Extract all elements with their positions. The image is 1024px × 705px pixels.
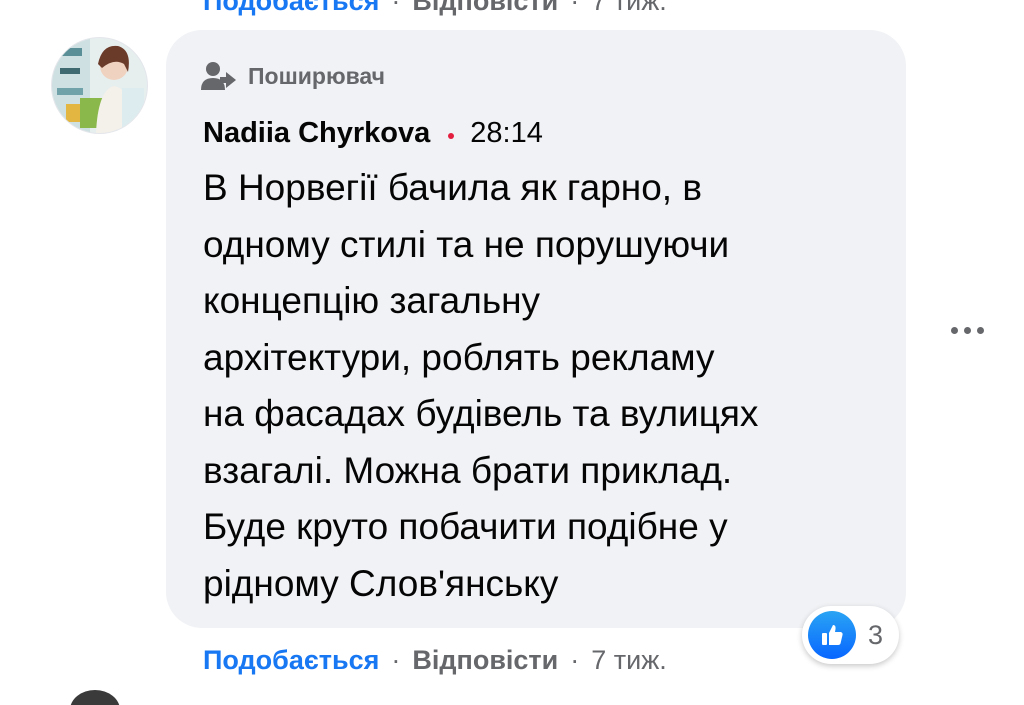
separator: ·: [391, 0, 401, 16]
reaction-count: 3: [868, 619, 884, 650]
comment-thread: Подобається · Відповісти · 7 тиж. Поширю…: [0, 0, 1024, 705]
separator: ·: [570, 644, 580, 675]
previous-comment-actions: Подобається · Відповісти · 7 тиж.: [203, 0, 667, 16]
badge-label: Поширювач: [248, 62, 385, 89]
like-link[interactable]: Подобається: [203, 645, 379, 676]
author-name[interactable]: Nadiia Chyrkova: [203, 117, 430, 150]
reply-link[interactable]: Відповісти: [412, 645, 558, 676]
separator: ·: [570, 0, 580, 16]
thumbs-up-icon: [808, 611, 856, 659]
video-timestamp[interactable]: 28:14: [470, 117, 543, 150]
person-share-icon: [201, 62, 236, 90]
avatar[interactable]: [51, 37, 148, 134]
previous-reply-link[interactable]: Відповісти: [412, 0, 558, 17]
previous-comment-age[interactable]: 7 тиж.: [591, 0, 667, 17]
previous-like-link[interactable]: Подобається: [203, 0, 379, 17]
reactions-summary[interactable]: 3: [802, 606, 900, 664]
separator: ·: [391, 644, 401, 675]
avatar-photo: [52, 38, 147, 133]
top-fan-badge[interactable]: Поширювач: [200, 60, 385, 92]
timestamp-dot: [448, 133, 455, 139]
comment-text: В Норвегії бачила як гарно, в одному сти…: [203, 167, 759, 604]
more-options-button[interactable]: [943, 312, 991, 348]
more-dots-icon: [950, 326, 958, 334]
comment-actions: Подобається · Відповісти · 7 тиж.: [203, 640, 667, 680]
comment-header: Nadiia Chyrkova 28:14: [203, 113, 543, 153]
comment-age[interactable]: 7 тиж.: [591, 645, 667, 676]
next-comment-avatar[interactable]: [70, 690, 120, 705]
